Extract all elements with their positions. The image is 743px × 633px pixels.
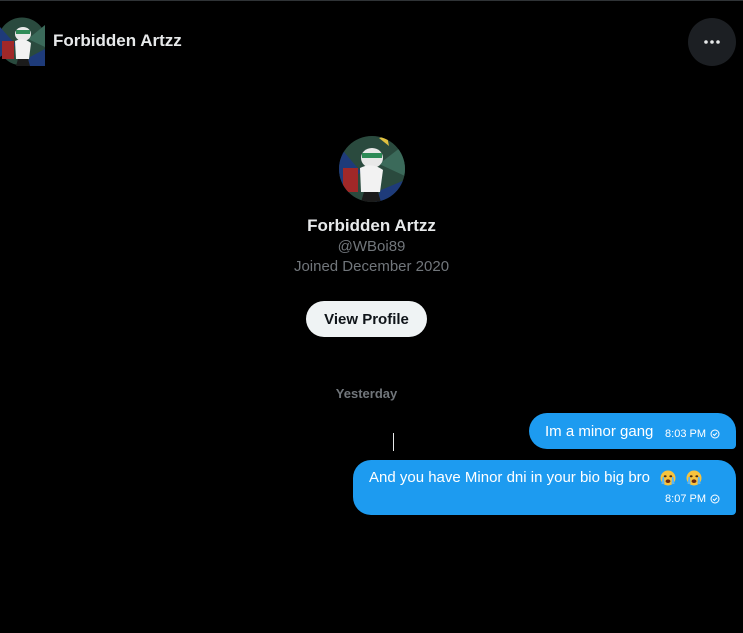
message-bubble[interactable]: And you have Minor dni in your bio big b… xyxy=(353,460,736,515)
conversation-header: Forbidden Artzz xyxy=(0,1,743,81)
more-horizontal-icon xyxy=(704,40,720,44)
profile-joined-date: Joined December 2020 xyxy=(293,258,450,275)
avatar-image xyxy=(0,17,45,66)
message-time: 8:07 PM xyxy=(665,493,706,505)
sent-check-icon xyxy=(710,494,720,504)
sent-check-icon xyxy=(710,429,720,439)
crying-face-emoji xyxy=(686,470,702,486)
message-meta: 8:03 PM xyxy=(665,428,720,440)
message-meta: 8:07 PM xyxy=(665,493,720,505)
message-text: And you have Minor dni in your bio big b… xyxy=(369,469,651,486)
profile-avatar[interactable] xyxy=(338,136,405,202)
crying-face-emoji xyxy=(660,470,676,486)
profile-summary: Forbidden Artzz @WBoi89 Joined December … xyxy=(0,136,743,275)
profile-handle: @WBoi89 xyxy=(337,238,406,255)
message-text-line: And you have Minor dni in your bio big b… xyxy=(369,469,702,486)
profile-name: Forbidden Artzz xyxy=(307,216,436,235)
text-cursor xyxy=(393,433,394,451)
message-bubble[interactable]: Im a minor gang 8:03 PM xyxy=(529,413,736,449)
header-avatar[interactable] xyxy=(0,17,45,66)
message-text: Im a minor gang xyxy=(545,423,654,440)
header-name[interactable]: Forbidden Artzz xyxy=(53,31,182,51)
more-options-button[interactable] xyxy=(688,18,736,66)
view-profile-button[interactable]: View Profile xyxy=(306,301,427,337)
date-separator: Yesterday xyxy=(335,386,398,401)
message-time: 8:03 PM xyxy=(665,428,706,440)
avatar-image xyxy=(338,136,405,202)
